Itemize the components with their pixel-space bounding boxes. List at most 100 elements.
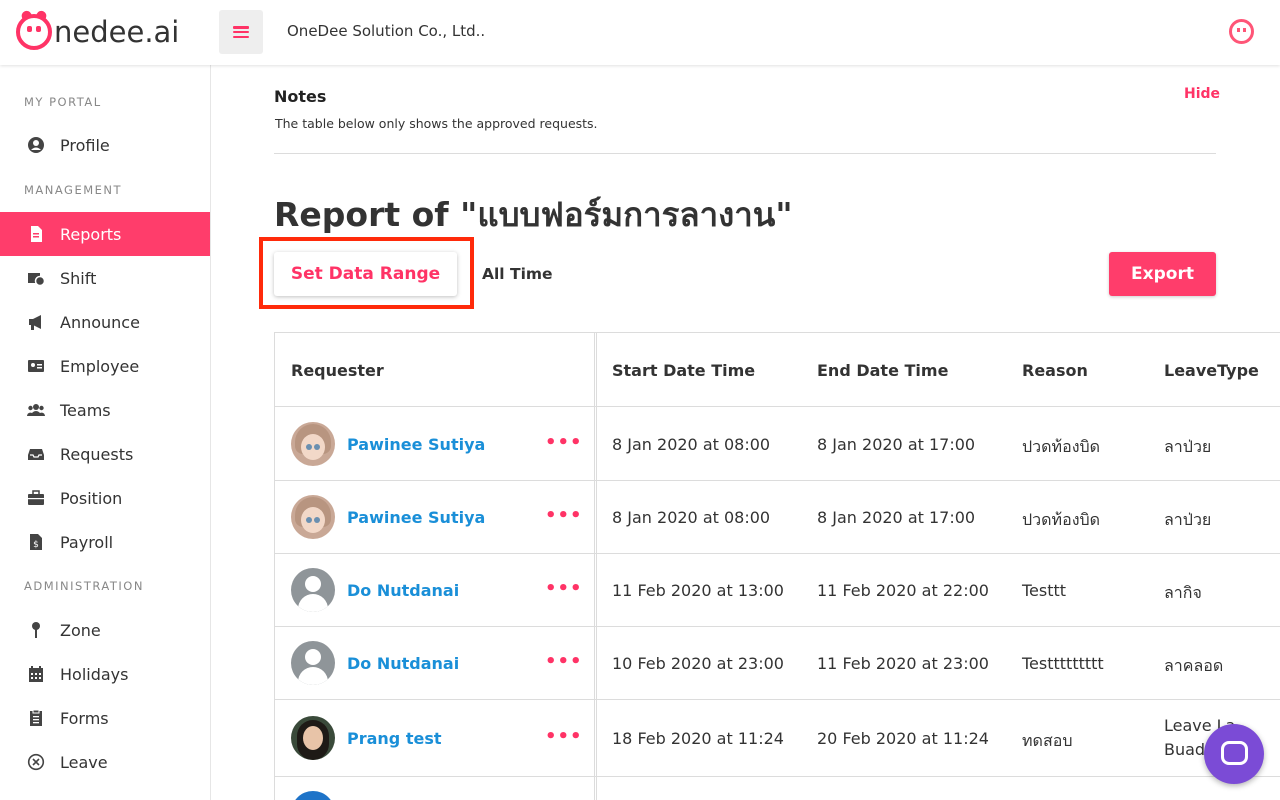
logo-face-icon	[16, 9, 52, 50]
sidebar-item-payroll[interactable]: $ Payroll	[0, 520, 210, 564]
table-row: Do Nutdanai ••• 11 Feb 2020 at 13:00 11 …	[275, 554, 1280, 627]
reason-cell: ปวดท้องบิด	[1022, 510, 1101, 529]
leave-type-cell: ลาป่วย	[1164, 437, 1212, 456]
table-row: Pawinee Sutiya ••• 8 Jan 2020 at 08:00 8…	[275, 408, 1280, 481]
reason-cell: ทดสอบ	[1022, 731, 1073, 750]
chat-launcher-button[interactable]	[1204, 724, 1264, 784]
requester-name-link[interactable]: Pawinee Sutiya	[347, 508, 485, 527]
section-title-my-portal: MY PORTAL	[24, 95, 102, 109]
start-date-cell: 18 Feb 2020 at 11:24	[612, 729, 784, 748]
sidebar-item-label: Shift	[60, 268, 97, 288]
circle-x-icon	[26, 753, 46, 771]
user-circle-icon	[26, 136, 46, 154]
table-row: Prang test ••• 18 Feb 2020 at 11:24 20 F…	[275, 700, 1280, 777]
map-pin-icon	[26, 621, 46, 639]
sidebar-item-label: Payroll	[60, 532, 114, 552]
end-date-cell: 11 Feb 2020 at 22:00	[817, 581, 989, 600]
sidebar-item-label: Announce	[60, 312, 140, 332]
more-dots-icon[interactable]: •••	[545, 651, 583, 672]
sidebar-item-shift[interactable]: Shift	[0, 256, 210, 300]
avatar	[291, 791, 335, 800]
payroll-icon: $	[26, 533, 46, 551]
sidebar-item-label: Reports	[60, 224, 122, 244]
sidebar-item-label: Profile	[60, 135, 110, 155]
start-date-cell: 11 Feb 2020 at 13:00	[612, 581, 784, 600]
start-date-cell: 10 Feb 2020 at 23:00	[612, 654, 784, 673]
requester-name-link[interactable]: Pawinee Sutiya	[347, 435, 485, 454]
start-date-cell: 8 Jan 2020 at 08:00	[612, 508, 771, 527]
requester-name-link[interactable]: Do Nutdanai	[347, 654, 459, 673]
sidebar-item-label: Holidays	[60, 664, 129, 684]
sidebar-item-profile[interactable]: Profile	[0, 123, 210, 167]
sidebar-item-reports[interactable]: Reports	[0, 212, 210, 256]
sidebar-item-label: Teams	[60, 400, 111, 420]
export-button[interactable]: Export	[1109, 252, 1216, 296]
table-row: Do Nutdanai ••• 10 Feb 2020 at 23:00 11 …	[275, 627, 1280, 700]
sidebar-item-label: Forms	[60, 708, 109, 728]
end-date-cell: 8 Jan 2020 at 17:00	[817, 508, 976, 527]
avatar	[291, 716, 335, 760]
chat-bubble-icon	[1221, 741, 1248, 765]
table-row	[275, 777, 1280, 800]
sidebar-item-label: Leave	[60, 752, 108, 772]
id-card-icon	[26, 357, 46, 375]
sidebar-item-position[interactable]: Position	[0, 476, 210, 520]
notes-text: The table below only shows the approved …	[275, 116, 598, 131]
column-header-reason[interactable]: Reason	[1022, 361, 1088, 380]
top-bar: nedee.ai OneDee Solution Co., Ltd..	[0, 0, 1280, 65]
shift-icon	[26, 269, 46, 287]
sidebar-item-requests[interactable]: Requests	[0, 432, 210, 476]
sidebar-item-label: Position	[60, 488, 123, 508]
svg-text:$: $	[33, 540, 39, 550]
leave-type-cell: ลาคลอด	[1164, 656, 1224, 675]
reason-cell: Testtttttttt	[1022, 654, 1104, 673]
avatar	[291, 495, 335, 539]
onedee-logo[interactable]: nedee.ai	[16, 9, 179, 51]
more-dots-icon[interactable]: •••	[545, 505, 583, 526]
avatar	[291, 422, 335, 466]
end-date-cell: 20 Feb 2020 at 11:24	[817, 729, 989, 748]
notes-title: Notes	[274, 87, 327, 106]
column-header-start[interactable]: Start Date Time	[612, 361, 755, 380]
calendar-icon	[26, 665, 46, 683]
requester-name-link[interactable]: Prang test	[347, 729, 442, 748]
end-date-cell: 11 Feb 2020 at 23:00	[817, 654, 989, 673]
report-table: Requester Start Date Time End Date Time …	[274, 332, 1280, 800]
section-title-management: MANAGEMENT	[24, 183, 123, 197]
leave-type-cell: ลากิจ	[1164, 583, 1202, 602]
requester-name-link[interactable]: Do Nutdanai	[347, 581, 459, 600]
more-dots-icon[interactable]: •••	[545, 432, 583, 453]
hide-notes-link[interactable]: Hide	[1184, 86, 1220, 102]
reason-cell: Testtt	[1022, 581, 1067, 600]
sidebar: MY PORTAL Profile MANAGEMENT Reports Shi…	[0, 65, 211, 800]
more-dots-icon[interactable]: •••	[545, 578, 583, 599]
company-name: OneDee Solution Co., Ltd..	[287, 22, 486, 40]
sidebar-item-employee[interactable]: Employee	[0, 344, 210, 388]
sidebar-item-label: Requests	[60, 444, 134, 464]
column-header-leave-type[interactable]: LeaveType	[1164, 361, 1259, 380]
end-date-cell: 8 Jan 2020 at 17:00	[817, 435, 976, 454]
avatar	[291, 568, 335, 612]
briefcase-icon	[26, 489, 46, 507]
sidebar-item-label: Zone	[60, 620, 101, 640]
user-avatar-icon[interactable]	[1229, 19, 1254, 44]
menu-toggle-button[interactable]	[219, 10, 263, 54]
sidebar-item-holidays[interactable]: Holidays	[0, 652, 210, 696]
column-header-end[interactable]: End Date Time	[817, 361, 948, 380]
more-dots-icon[interactable]: •••	[545, 726, 583, 747]
start-date-cell: 8 Jan 2020 at 08:00	[612, 435, 771, 454]
divider	[274, 153, 1216, 154]
section-title-administration: ADMINISTRATION	[24, 579, 144, 593]
sidebar-item-announce[interactable]: Announce	[0, 300, 210, 344]
sidebar-item-forms[interactable]: Forms	[0, 696, 210, 740]
sidebar-item-zone[interactable]: Zone	[0, 608, 210, 652]
column-header-requester[interactable]: Requester	[291, 361, 384, 380]
table-row: Pawinee Sutiya ••• 8 Jan 2020 at 08:00 8…	[275, 481, 1280, 554]
set-data-range-button[interactable]: Set Data Range	[274, 252, 457, 296]
clipboard-icon	[26, 709, 46, 727]
users-icon	[26, 401, 46, 419]
document-icon	[26, 225, 46, 243]
sidebar-item-teams[interactable]: Teams	[0, 388, 210, 432]
sidebar-item-leave[interactable]: Leave	[0, 740, 210, 784]
range-value: All Time	[482, 265, 553, 283]
